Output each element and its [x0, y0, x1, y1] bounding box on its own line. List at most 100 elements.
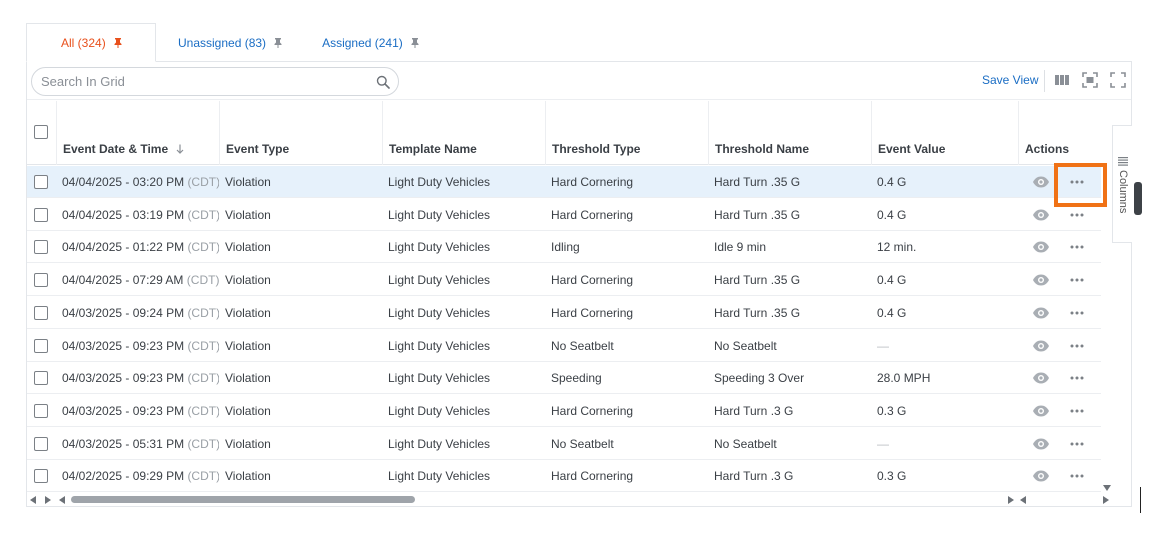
select-all-checkbox[interactable] [34, 125, 48, 139]
row-checkbox[interactable] [34, 305, 48, 320]
search-icon[interactable] [376, 75, 390, 89]
more-options-icon[interactable] [1069, 372, 1085, 384]
row-checkbox[interactable] [34, 469, 48, 484]
table-row[interactable]: 04/04/2025 - 03:20 PM (CDT) Violation Li… [27, 166, 1101, 198]
scroll-left-arrow-icon[interactable] [30, 496, 36, 504]
tab-bar: All (324) Unassigned (83) Assigned (241) [26, 23, 419, 62]
more-options-icon[interactable] [1069, 274, 1085, 286]
header-threshold-type-label: Threshold Type [552, 142, 641, 156]
save-view-button[interactable]: Save View [982, 73, 1038, 87]
cell-event-datetime: 04/03/2025 - 09:23 PM (CDT) [62, 330, 219, 362]
scroll-right-arrow-icon[interactable] [45, 496, 51, 504]
cell-threshold-type: Hard Cornering [551, 305, 634, 320]
cell-event-type: Violation [225, 403, 271, 418]
header-event-value-label: Event Value [878, 142, 946, 156]
view-eye-icon[interactable] [1032, 469, 1050, 483]
cell-template-name: Light Duty Vehicles [388, 207, 491, 222]
view-eye-icon[interactable] [1032, 306, 1050, 320]
pin-icon[interactable] [411, 37, 419, 48]
sort-descending-icon[interactable] [176, 144, 184, 154]
timezone-label: (CDT) [187, 207, 219, 222]
row-checkbox[interactable] [34, 273, 48, 288]
view-eye-icon[interactable] [1032, 404, 1050, 418]
view-eye-icon[interactable] [1032, 371, 1050, 385]
cell-threshold-type: Hard Cornering [551, 273, 634, 288]
cell-template-name: Light Duty Vehicles [388, 305, 491, 320]
scroll-right-arrow-icon[interactable] [1103, 496, 1109, 504]
table-row[interactable]: 04/02/2025 - 09:29 PM (CDT) Violation Li… [27, 460, 1101, 493]
header-template-name-label: Template Name [389, 142, 477, 156]
tab-all[interactable]: All (324) [26, 23, 156, 62]
header-event-value[interactable]: Event Value [871, 101, 1018, 165]
view-eye-icon[interactable] [1032, 339, 1050, 353]
more-options-icon[interactable] [1069, 241, 1085, 253]
header-event-type-label: Event Type [226, 142, 290, 156]
side-panel-handle[interactable] [1134, 182, 1142, 215]
columns-side-panel[interactable]: Columns [1112, 125, 1132, 243]
table-row[interactable]: 04/03/2025 - 09:23 PM (CDT) Violation Li… [27, 330, 1101, 362]
header-actions-label: Actions [1025, 142, 1070, 156]
row-checkbox[interactable] [34, 338, 48, 353]
header-threshold-name[interactable]: Threshold Name [708, 101, 871, 165]
view-eye-icon[interactable] [1032, 175, 1050, 189]
table-row[interactable]: 04/03/2025 - 09:24 PM (CDT) Violation Li… [27, 297, 1101, 329]
more-options-icon[interactable] [1069, 176, 1085, 188]
cell-threshold-type: Hard Cornering [551, 469, 634, 484]
cell-event-type: Violation [225, 436, 271, 451]
row-checkbox[interactable] [34, 371, 48, 386]
header-event-datetime[interactable]: Event Date & Time [56, 101, 219, 165]
view-eye-icon[interactable] [1032, 273, 1050, 287]
table-row[interactable]: 04/03/2025 - 09:23 PM (CDT) Violation Li… [27, 362, 1101, 395]
cell-template-name: Light Duty Vehicles [388, 403, 491, 418]
header-threshold-type[interactable]: Threshold Type [545, 101, 708, 165]
view-eye-icon[interactable] [1032, 240, 1050, 254]
header-event-type[interactable]: Event Type [219, 101, 382, 165]
pin-icon[interactable] [114, 37, 122, 48]
row-checkbox[interactable] [34, 436, 48, 451]
event-datetime-value: 04/02/2025 - 09:29 PM [62, 469, 185, 484]
grid-toolbar: Save View [27, 62, 1131, 100]
cell-threshold-name: Hard Turn .35 G [714, 207, 801, 222]
cell-event-value: 0.4 G [877, 305, 907, 320]
row-checkbox[interactable] [34, 403, 48, 418]
cell-event-type: Violation [225, 273, 271, 288]
table-row[interactable]: 04/04/2025 - 03:19 PM (CDT) Violation Li… [27, 199, 1101, 231]
row-checkbox[interactable] [34, 207, 48, 222]
cell-event-type: Violation [225, 338, 271, 353]
fullscreen-icon[interactable] [1110, 72, 1126, 88]
scroll-left-arrow-icon[interactable] [59, 496, 65, 504]
row-checkbox[interactable] [34, 240, 48, 255]
toolbar-divider [1044, 70, 1045, 92]
event-datetime-value: 04/03/2025 - 09:24 PM [62, 305, 185, 320]
header-template-name[interactable]: Template Name [382, 101, 545, 165]
header-event-datetime-label: Event Date & Time [63, 142, 169, 156]
more-options-icon[interactable] [1069, 438, 1085, 450]
horizontal-scrollbar[interactable] [27, 492, 1131, 506]
timezone-label: (CDT) [186, 273, 219, 288]
fit-to-screen-icon[interactable] [1082, 72, 1098, 88]
table-row[interactable]: 04/04/2025 - 07:29 AM (CDT) Violation Li… [27, 264, 1101, 297]
scroll-left-arrow-icon[interactable] [1020, 496, 1026, 504]
scroll-down-arrow-icon[interactable] [1103, 485, 1111, 491]
search-input[interactable] [41, 74, 361, 89]
horizontal-scroll-thumb[interactable] [71, 496, 415, 503]
more-options-icon[interactable] [1069, 307, 1085, 319]
events-grid: Save View Event Date & Time Event Type T… [26, 61, 1132, 507]
table-row[interactable]: 04/03/2025 - 09:23 PM (CDT) Violation Li… [27, 395, 1101, 427]
row-checkbox[interactable] [34, 175, 48, 189]
more-options-icon[interactable] [1069, 405, 1085, 417]
more-options-icon[interactable] [1069, 340, 1085, 352]
table-row[interactable]: 04/04/2025 - 01:22 PM (CDT) Violation Li… [27, 231, 1101, 264]
more-options-icon[interactable] [1069, 209, 1085, 221]
more-options-icon[interactable] [1069, 470, 1085, 482]
view-eye-icon[interactable] [1032, 437, 1050, 451]
tab-assigned[interactable]: Assigned (241) [322, 23, 419, 62]
tab-unassigned[interactable]: Unassigned (83) [178, 23, 282, 62]
view-eye-icon[interactable] [1032, 208, 1050, 222]
cell-event-type: Violation [225, 469, 271, 484]
scroll-right-arrow-icon[interactable] [1008, 496, 1014, 504]
column-layout-icon[interactable] [1054, 72, 1070, 88]
cell-event-datetime: 04/03/2025 - 09:23 PM (CDT) [62, 362, 219, 394]
table-row[interactable]: 04/03/2025 - 05:31 PM (CDT) Violation Li… [27, 428, 1101, 460]
pin-icon[interactable] [274, 37, 282, 48]
